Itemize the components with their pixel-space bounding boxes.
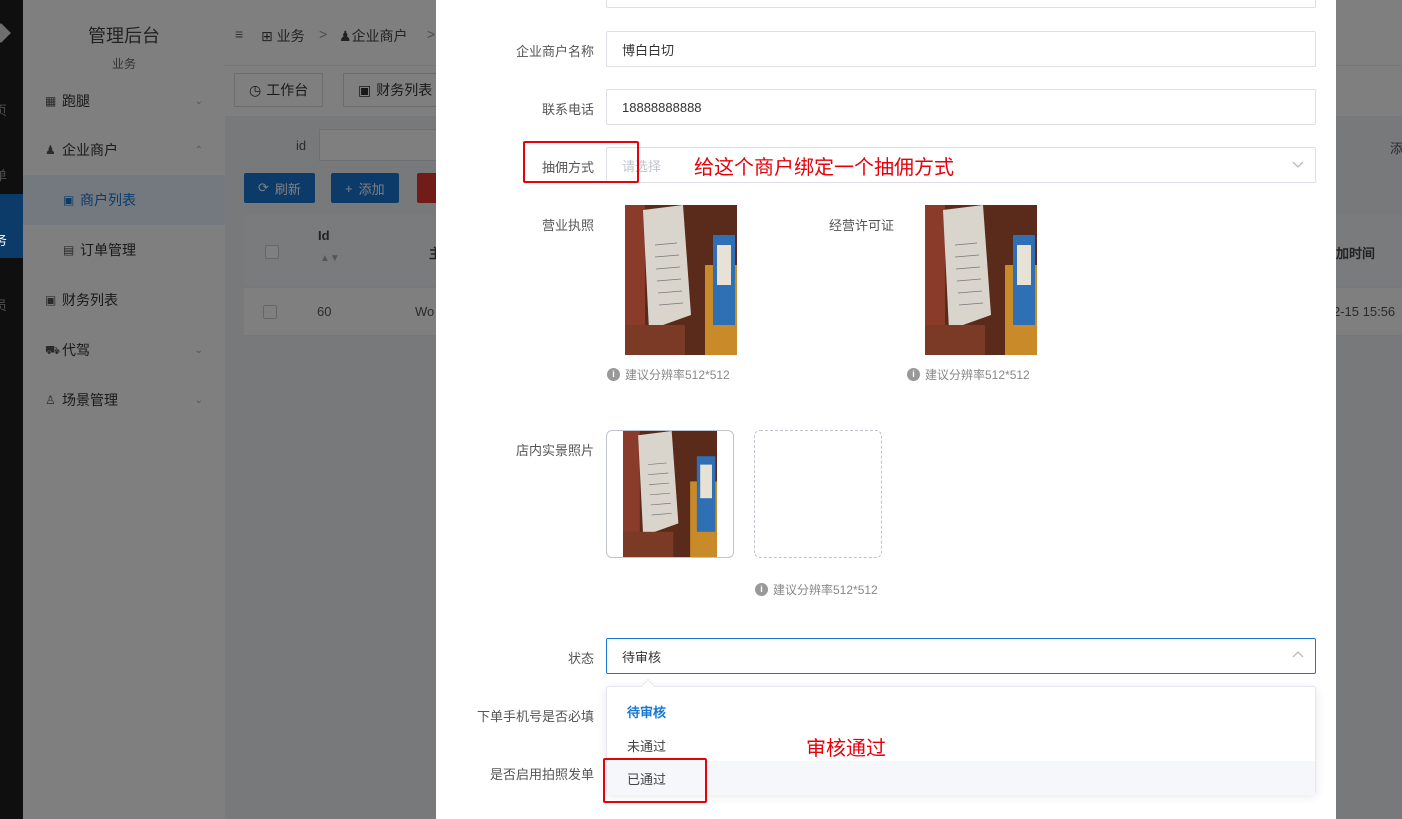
- store-photo-card[interactable]: [606, 430, 734, 558]
- top-field-partial[interactable]: [606, 0, 1316, 8]
- phone-input[interactable]: 18888888888: [606, 89, 1316, 125]
- status-option-rejected[interactable]: 未通过: [607, 728, 1315, 762]
- store-photo-upload-button[interactable]: [754, 430, 882, 558]
- business-license-label: 营业执照: [541, 218, 594, 233]
- status-label: 状态: [567, 651, 594, 666]
- phone-required-label: 下单手机号是否必填: [476, 709, 594, 724]
- info-icon: i: [755, 583, 768, 596]
- info-icon: i: [607, 368, 620, 381]
- status-select[interactable]: 待审核: [606, 638, 1316, 674]
- info-icon: i: [907, 368, 920, 381]
- phone-label: 联系电话: [541, 102, 594, 117]
- store-photo-label: 店内实景照片: [515, 443, 594, 458]
- merchant-name-label: 企业商户名称: [515, 44, 594, 59]
- store-photo-hint: i 建议分辨率512*512: [755, 581, 878, 598]
- merchant-name-input[interactable]: 博白白切: [606, 31, 1316, 67]
- business-license-image[interactable]: [625, 205, 737, 355]
- operating-permit-image[interactable]: [925, 205, 1037, 355]
- status-dropdown: 待审核 未通过 已通过: [606, 678, 1316, 795]
- permit-hint: i 建议分辨率512*512: [907, 366, 1030, 383]
- annotation-approve-note: 审核通过: [806, 738, 886, 760]
- status-option-pending[interactable]: 待审核: [607, 694, 1315, 728]
- rail-item[interactable]: 务: [0, 230, 23, 249]
- operating-permit-label: 经营许可证: [828, 218, 894, 233]
- annotation-box-approve: [603, 758, 707, 803]
- annotation-box-commission: [523, 141, 639, 183]
- store-photo-image: [623, 431, 717, 557]
- license-hint: i 建议分辨率512*512: [607, 366, 730, 383]
- chevron-down-icon: [1292, 161, 1304, 168]
- annotation-commission-note: 给这个商户绑定一个抽佣方式: [694, 157, 954, 179]
- photo-order-label: 是否启用拍照发单: [489, 767, 594, 782]
- status-option-approved[interactable]: 已通过: [607, 761, 1315, 795]
- chevron-up-icon: [1292, 651, 1304, 658]
